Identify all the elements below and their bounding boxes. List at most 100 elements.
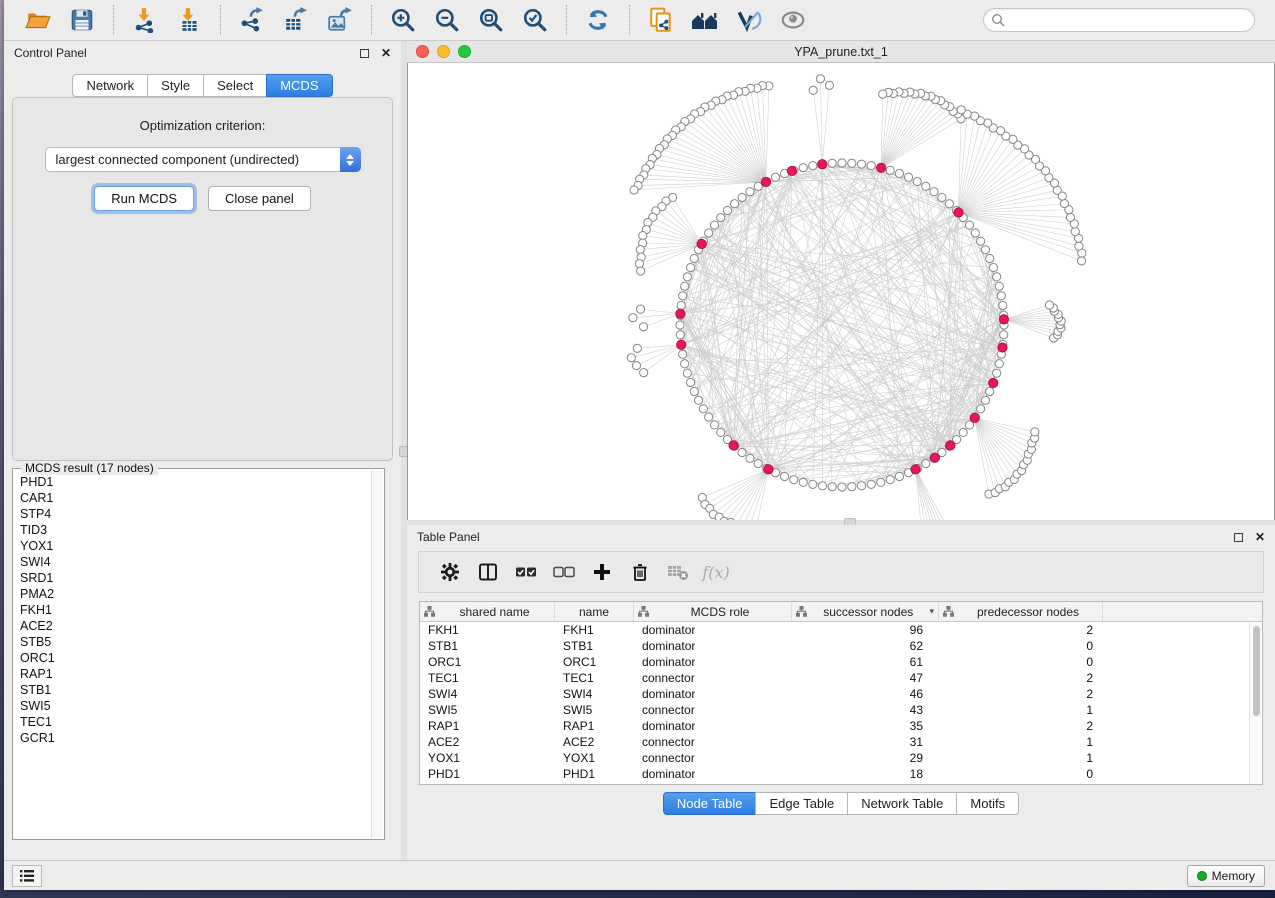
export-table-icon[interactable] (280, 4, 312, 36)
delete-table-icon[interactable] (665, 559, 691, 585)
open-session-icon[interactable] (22, 4, 54, 36)
zoom-selected-icon[interactable] (519, 4, 551, 36)
application-window: Control Panel ✕ NetworkStyleSelectMCDS O… (4, 0, 1275, 890)
cell-predecessor-nodes: 1 (939, 750, 1103, 766)
search-input[interactable] (983, 8, 1255, 32)
zoom-out-icon[interactable] (431, 4, 463, 36)
window-minimize-icon[interactable] (437, 45, 450, 58)
table-row[interactable]: TEC1TEC1connector472 (420, 670, 1249, 686)
close-panel-button[interactable]: Close panel (208, 186, 311, 211)
network-window-title: YPA_prune.txt_1 (794, 45, 888, 59)
table-panel-header: Table Panel ✕ (407, 525, 1275, 549)
clone-network-icon[interactable] (645, 4, 677, 36)
add-column-icon[interactable] (589, 559, 615, 585)
memory-button[interactable]: Memory (1187, 865, 1265, 887)
mcds-result-item[interactable]: TEC1 (20, 714, 371, 730)
column-header-successor-nodes[interactable]: successor nodes▾ (792, 602, 939, 621)
table-row[interactable]: YOX1YOX1connector291 (420, 750, 1249, 766)
mcds-result-item[interactable]: CAR1 (20, 490, 371, 506)
table-row[interactable]: ACE2ACE2connector311 (420, 734, 1249, 750)
tab-select[interactable]: Select (203, 74, 267, 97)
window-close-icon[interactable] (416, 45, 429, 58)
zoom-fit-content-icon[interactable] (475, 4, 507, 36)
function-builder-icon[interactable]: f(x) (703, 559, 729, 585)
mcds-list-scrollbar[interactable] (371, 470, 383, 838)
import-network-icon[interactable] (129, 4, 161, 36)
column-visibility-icon[interactable] (475, 559, 501, 585)
hide-graphics-details-icon[interactable] (733, 4, 765, 36)
mcds-result-item[interactable]: GCR1 (20, 730, 371, 746)
float-panel-icon[interactable] (360, 49, 369, 58)
tab-style[interactable]: Style (147, 74, 204, 97)
criterion-select[interactable]: largest connected component (undirected) (45, 147, 361, 172)
mcds-result-item[interactable]: FKH1 (20, 602, 371, 618)
toolbar-separator (629, 5, 630, 35)
cell-MCDS-role: dominator (634, 654, 792, 670)
network-canvas[interactable] (407, 63, 1275, 560)
run-mcds-button[interactable]: Run MCDS (94, 186, 194, 211)
table-row[interactable]: SWI5SWI5connector431 (420, 702, 1249, 718)
save-session-icon[interactable] (66, 4, 98, 36)
tab-network-table[interactable]: Network Table (847, 792, 957, 815)
tab-node-table[interactable]: Node Table (663, 792, 757, 815)
tab-edge-table[interactable]: Edge Table (755, 792, 848, 815)
tab-network[interactable]: Network (72, 74, 148, 97)
column-header-predecessor-nodes[interactable]: predecessor nodes (939, 602, 1103, 621)
cell-name: SWI5 (555, 702, 634, 718)
task-history-icon[interactable] (12, 865, 42, 887)
mcds-result-item[interactable]: TID3 (20, 522, 371, 538)
toolbar-separator (566, 5, 567, 35)
table-scrollbar[interactable] (1249, 622, 1262, 784)
refresh-network-icon[interactable] (582, 4, 614, 36)
mcds-result-item[interactable]: SRD1 (20, 570, 371, 586)
select-all-check-icon[interactable] (513, 559, 539, 585)
close-panel-icon[interactable]: ✕ (381, 49, 391, 58)
network-view-panel: YPA_prune.txt_1 (407, 41, 1275, 561)
import-table-icon[interactable] (173, 4, 205, 36)
mcds-result-item[interactable]: ACE2 (20, 618, 371, 634)
export-image-icon[interactable] (324, 4, 356, 36)
cell-predecessor-nodes: 0 (939, 654, 1103, 670)
first-neighbors-icon[interactable] (689, 4, 721, 36)
zoom-in-icon[interactable] (387, 4, 419, 36)
column-header-name[interactable]: name (555, 602, 634, 621)
mcds-result-item[interactable]: SWI5 (20, 698, 371, 714)
birds-eye-view-icon[interactable] (777, 4, 809, 36)
mcds-result-item[interactable]: SWI4 (20, 554, 371, 570)
table-row[interactable]: RAP1RAP1dominator352 (420, 718, 1249, 734)
mcds-result-item[interactable]: PHD1 (20, 474, 371, 490)
mcds-result-list[interactable]: PHD1CAR1STP4TID3YOX1SWI4SRD1PMA2FKH1ACE2… (14, 470, 371, 838)
mcds-result-item[interactable]: YOX1 (20, 538, 371, 554)
mcds-result-item[interactable]: PMA2 (20, 586, 371, 602)
mcds-result-item[interactable]: STP4 (20, 506, 371, 522)
window-zoom-icon[interactable] (458, 45, 471, 58)
close-panel-icon[interactable]: ✕ (1255, 533, 1265, 542)
cell-predecessor-nodes: 2 (939, 686, 1103, 702)
export-network-icon[interactable] (236, 4, 268, 36)
table-row[interactable]: ORC1ORC1dominator610 (420, 654, 1249, 670)
table-options-icon[interactable] (437, 559, 463, 585)
toolbar-separator (220, 5, 221, 35)
tab-motifs[interactable]: Motifs (956, 792, 1019, 815)
table-row[interactable]: SWI4SWI4dominator462 (420, 686, 1249, 702)
delete-column-icon[interactable] (627, 559, 653, 585)
cell-successor-nodes: 43 (792, 702, 939, 718)
cell-successor-nodes: 61 (792, 654, 939, 670)
column-header-MCDS-role[interactable]: MCDS role (634, 602, 792, 621)
cell-name: RAP1 (555, 718, 634, 734)
mcds-result-item[interactable]: STB5 (20, 634, 371, 650)
cell-successor-nodes: 31 (792, 734, 939, 750)
tab-mcds[interactable]: MCDS (266, 74, 332, 97)
table-row[interactable]: PHD1PHD1dominator180 (420, 766, 1249, 782)
mcds-result-item[interactable]: RAP1 (20, 666, 371, 682)
deselect-all-icon[interactable] (551, 559, 577, 585)
mcds-result-item[interactable]: STB1 (20, 682, 371, 698)
float-panel-icon[interactable] (1234, 533, 1243, 542)
mcds-result-item[interactable]: ORC1 (20, 650, 371, 666)
cell-successor-nodes: 35 (792, 718, 939, 734)
toolbar-separator (113, 5, 114, 35)
column-header-shared-name[interactable]: shared name (420, 602, 555, 621)
table-scrollbar-thumb[interactable] (1253, 626, 1260, 716)
table-row[interactable]: STB1STB1dominator620 (420, 638, 1249, 654)
table-row[interactable]: FKH1FKH1dominator962 (420, 622, 1249, 638)
